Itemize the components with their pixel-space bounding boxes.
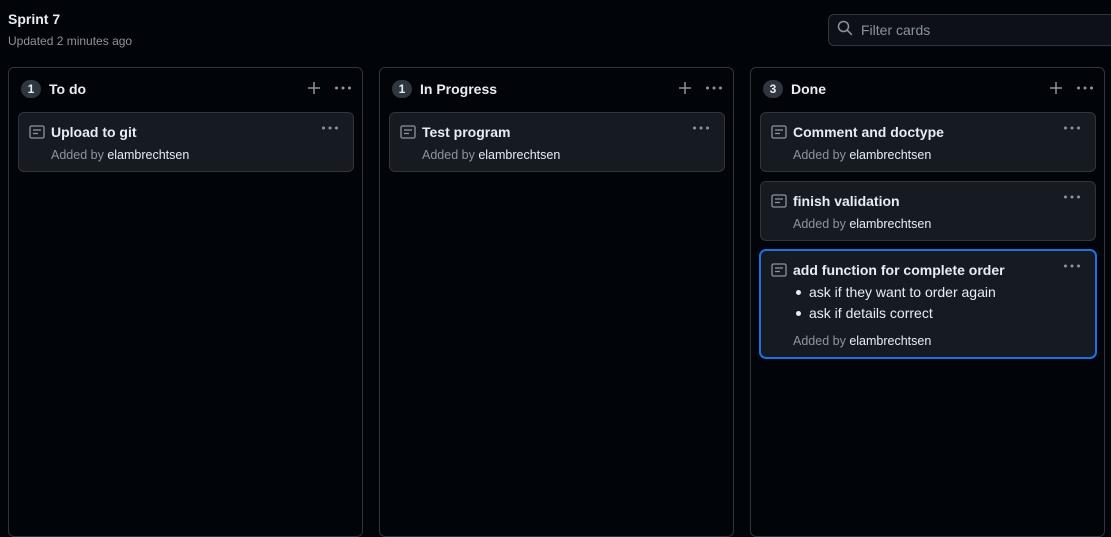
note-list-item: ask if they want to order again <box>793 282 996 303</box>
kebab-menu-icon <box>706 86 722 90</box>
column-title: To do <box>49 81 87 97</box>
card-meta: Added by elambrechtsen <box>793 333 931 349</box>
note-icon <box>771 194 787 208</box>
column-in-progress: 1 In Progress Test program Added by elam… <box>379 67 734 537</box>
plus-icon <box>679 82 691 94</box>
card-menu-button[interactable] <box>1063 190 1081 204</box>
column-title: In Progress <box>420 81 498 97</box>
note-list-item: ask if details correct <box>793 303 996 324</box>
plus-icon <box>308 82 320 94</box>
card-meta: Added by elambrechtsen <box>793 216 931 232</box>
kebab-menu-icon <box>335 86 351 90</box>
added-by-label: Added by <box>422 148 475 162</box>
plus-icon <box>1050 82 1062 94</box>
kebab-menu-icon <box>322 126 338 130</box>
card-meta: Added by elambrechtsen <box>51 147 189 163</box>
column-done: 3 Done Comment and doctype Added by elam… <box>750 67 1105 537</box>
column-menu-button[interactable] <box>705 80 723 96</box>
column-header: 1 To do <box>9 68 362 112</box>
card-finish-validation[interactable]: finish validation Added by elambrechtsen <box>760 181 1096 241</box>
card-test-program[interactable]: Test program Added by elambrechtsen <box>389 112 725 172</box>
card-title: Comment and doctype <box>793 124 944 140</box>
board-title: Sprint 7 <box>8 11 61 27</box>
added-by-label: Added by <box>793 334 846 348</box>
card-count-badge: 1 <box>392 80 412 98</box>
card-author[interactable]: elambrechtsen <box>849 148 931 162</box>
column-menu-button[interactable] <box>334 80 352 96</box>
card-title: Test program <box>422 124 511 140</box>
column-header: 1 In Progress <box>380 68 733 112</box>
kebab-menu-icon <box>693 126 709 130</box>
card-title: finish validation <box>793 193 900 209</box>
added-by-label: Added by <box>793 217 846 231</box>
kebab-menu-icon <box>1077 86 1093 90</box>
card-title: add function for complete order <box>793 262 1005 278</box>
card-add-function-for-complete-order[interactable]: add function for complete order ask if t… <box>760 250 1096 358</box>
card-author[interactable]: elambrechtsen <box>478 148 560 162</box>
column-menu-button[interactable] <box>1076 80 1094 96</box>
add-card-button[interactable] <box>1048 80 1064 96</box>
column-header: 3 Done <box>751 68 1104 112</box>
column-title: Done <box>791 81 826 97</box>
added-by-label: Added by <box>793 148 846 162</box>
card-count-badge: 3 <box>763 80 783 98</box>
card-menu-button[interactable] <box>692 121 710 135</box>
board-header: Sprint 7 Updated 2 minutes ago <box>8 10 132 49</box>
card-meta: Added by elambrechtsen <box>422 147 560 163</box>
card-comment-and-doctype[interactable]: Comment and doctype Added by elambrechts… <box>760 112 1096 172</box>
card-author[interactable]: elambrechtsen <box>849 334 931 348</box>
card-menu-button[interactable] <box>1063 259 1081 273</box>
filter-cards-field[interactable] <box>828 14 1111 46</box>
card-author[interactable]: elambrechtsen <box>107 148 189 162</box>
add-card-button[interactable] <box>677 80 693 96</box>
card-upload-to-git[interactable]: Upload to git Added by elambrechtsen <box>18 112 354 172</box>
filter-cards-input[interactable] <box>861 22 1101 38</box>
kebab-menu-icon <box>1064 126 1080 130</box>
note-icon <box>771 125 787 139</box>
added-by-label: Added by <box>51 148 104 162</box>
card-note-list: ask if they want to order again ask if d… <box>793 282 996 324</box>
add-card-button[interactable] <box>306 80 322 96</box>
card-author[interactable]: elambrechtsen <box>849 217 931 231</box>
card-meta: Added by elambrechtsen <box>793 147 931 163</box>
note-icon <box>400 125 416 139</box>
column-to-do: 1 To do Upload to git Added by elambrech… <box>8 67 363 537</box>
note-icon <box>29 125 45 139</box>
kebab-menu-icon <box>1064 195 1080 199</box>
kebab-menu-icon <box>1064 264 1080 268</box>
card-menu-button[interactable] <box>321 121 339 135</box>
card-menu-button[interactable] <box>1063 121 1081 135</box>
board-updated-status: Updated 2 minutes ago <box>8 34 133 48</box>
card-title: Upload to git <box>51 124 137 140</box>
note-icon <box>771 263 787 277</box>
search-icon <box>837 20 853 41</box>
card-count-badge: 1 <box>21 80 41 98</box>
